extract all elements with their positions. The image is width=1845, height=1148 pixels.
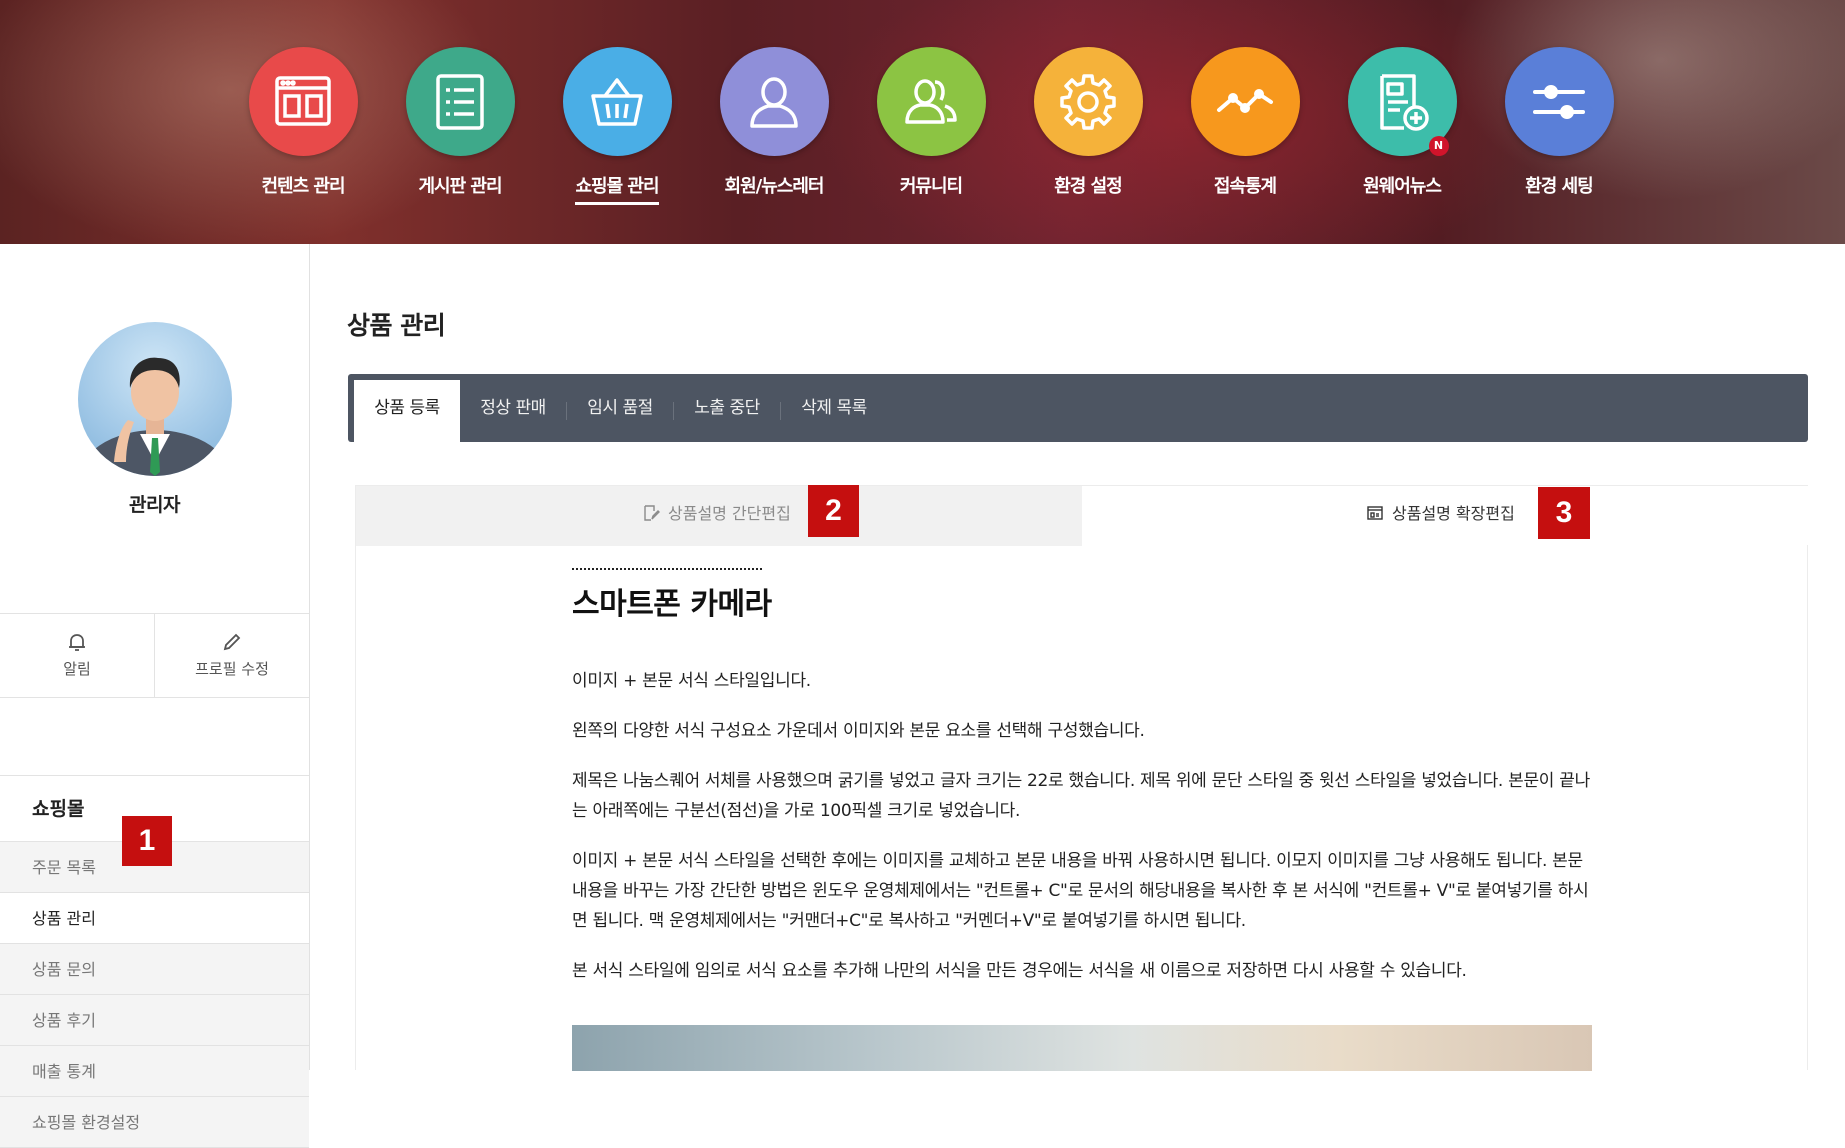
bell-icon (69, 634, 85, 651)
tab-hidden[interactable]: 노출 중단 (674, 380, 780, 442)
content-window-icon (248, 47, 358, 156)
nav-label: 접속통계 (1213, 176, 1277, 197)
member-user-icon (719, 47, 829, 156)
callout-marker-2: 2 (808, 485, 859, 537)
main-content: 상품 관리 상품 등록 정상 판매 임시 품절 노출 중단 삭제 목록 상품설명… (311, 244, 1845, 1071)
main-nav: 컨텐츠 관리 게시판 관리 쇼핑몰 관리 회원/뉴스레터 커뮤니티 환경 설정 … (0, 0, 1845, 244)
profile-section: 관리자 (0, 322, 309, 614)
nav-item-shop[interactable]: 쇼핑몰 관리 (552, 47, 682, 205)
nav-item-env-setting[interactable]: 환경 세팅 (1494, 47, 1624, 202)
news-document-icon: N (1347, 47, 1457, 156)
statistics-line-icon (1190, 47, 1300, 156)
document-body: 이미지 + 본문 서식 스타일입니다. 왼쪽의 다양한 서식 구성요소 가운데서… (572, 666, 1592, 1006)
new-badge: N (1428, 136, 1449, 156)
sliders-icon (1504, 47, 1614, 156)
nav-item-news[interactable]: N 원웨어뉴스 (1337, 47, 1467, 202)
profile-actions: 알림 프로필 수정 (0, 614, 309, 698)
page-title: 상품 관리 (347, 311, 446, 340)
callout-marker-1: 1 (122, 816, 172, 866)
tab-product-register[interactable]: 상품 등록 (354, 380, 460, 442)
extended-edit-label: 상품설명 확장편집 (1392, 504, 1515, 523)
gear-icon (1033, 47, 1143, 156)
document-paragraph: 제목은 나눔스퀘어 서체를 사용했으며 굵기를 넣었고 글자 크기는 22로 했… (572, 771, 1590, 821)
shopping-basket-icon (562, 47, 672, 156)
nav-label: 커뮤니티 (899, 176, 963, 197)
simple-edit-tab[interactable]: 상품설명 간단편집 (356, 486, 1082, 546)
editor-mode-tabs: 상품설명 간단편집 상품설명 확장편집 (355, 485, 1809, 546)
profile-edit-button[interactable]: 프로필 수정 (154, 614, 309, 697)
tab-normal-sale[interactable]: 정상 판매 (460, 380, 566, 442)
layout-editor-icon (1367, 506, 1383, 520)
nav-label: 환경 설정 (1054, 176, 1123, 197)
community-users-icon (876, 47, 986, 156)
nav-item-settings[interactable]: 환경 설정 (1023, 47, 1153, 202)
tab-temp-soldout[interactable]: 임시 품절 (567, 380, 673, 442)
pencil-icon (223, 633, 241, 651)
nav-item-member[interactable]: 회원/뉴스레터 (709, 47, 839, 202)
avatar (77, 322, 232, 476)
document-paragraph: 왼쪽의 다양한 서식 구성요소 가운데서 이미지와 본문 요소를 선택해 구성했… (572, 721, 1145, 741)
sidebar-item-sales-stats[interactable]: 매출 통계 (0, 1046, 309, 1097)
edit-note-icon (644, 505, 660, 521)
top-header: 컨텐츠 관리 게시판 관리 쇼핑몰 관리 회원/뉴스레터 커뮤니티 환경 설정 … (0, 0, 1845, 244)
document-paragraph: 이미지 + 본문 서식 스타일을 선택한 후에는 이미지를 교체하고 본문 내용… (572, 851, 1589, 931)
document-paragraph: 본 서식 스타일에 임의로 서식 요소를 추가해 나만의 서식을 만든 경우에는… (572, 961, 1467, 981)
nav-label: 게시판 관리 (418, 176, 502, 197)
sidebar-item-products[interactable]: 상품 관리 (0, 893, 309, 944)
sidebar: 관리자 알림 프로필 수정 쇼핑몰 주문 목록 상품 관리 상품 문의 상품 후… (0, 244, 310, 1148)
document-paragraph: 이미지 + 본문 서식 스타일입니다. (572, 671, 811, 691)
document-title: 스마트폰 카메라 (572, 587, 772, 622)
sidebar-item-reviews[interactable]: 상품 후기 (0, 995, 309, 1046)
callout-marker-3: 3 (1538, 487, 1590, 539)
sidebar-item-inquiries[interactable]: 상품 문의 (0, 944, 309, 995)
board-list-icon (405, 47, 515, 156)
nav-item-community[interactable]: 커뮤니티 (866, 47, 996, 202)
profile-name: 관리자 (129, 494, 180, 516)
sidebar-item-shop-settings[interactable]: 쇼핑몰 환경설정 (0, 1097, 309, 1148)
tab-deleted[interactable]: 삭제 목록 (781, 380, 887, 442)
title-top-rule (572, 568, 762, 570)
extended-edit-tab[interactable]: 상품설명 확장편집 (1082, 486, 1809, 546)
document-image (572, 1025, 1592, 1071)
product-tabs: 상품 등록 정상 판매 임시 품절 노출 중단 삭제 목록 (348, 374, 1808, 442)
sidebar-spacer (0, 698, 309, 776)
nav-label: 회원/뉴스레터 (724, 176, 825, 197)
simple-edit-label: 상품설명 간단편집 (668, 504, 791, 523)
nav-label: 쇼핑몰 관리 (575, 172, 660, 205)
nav-item-content[interactable]: 컨텐츠 관리 (238, 47, 368, 202)
nav-label: 환경 세팅 (1525, 176, 1594, 197)
alert-label: 알림 (63, 660, 91, 678)
alert-button[interactable]: 알림 (0, 614, 154, 697)
nav-item-stats[interactable]: 접속통계 (1180, 47, 1310, 202)
nav-label: 컨텐츠 관리 (261, 176, 345, 197)
nav-label: 원웨어뉴스 (1363, 176, 1442, 197)
sidebar-menu: 주문 목록 상품 관리 상품 문의 상품 후기 매출 통계 쇼핑몰 환경설정 (0, 842, 309, 1148)
profile-edit-label: 프로필 수정 (195, 660, 269, 678)
document-editor[interactable]: 스마트폰 카메라 이미지 + 본문 서식 스타일입니다. 왼쪽의 다양한 서식 … (355, 545, 1808, 1071)
nav-item-board[interactable]: 게시판 관리 (395, 47, 525, 202)
